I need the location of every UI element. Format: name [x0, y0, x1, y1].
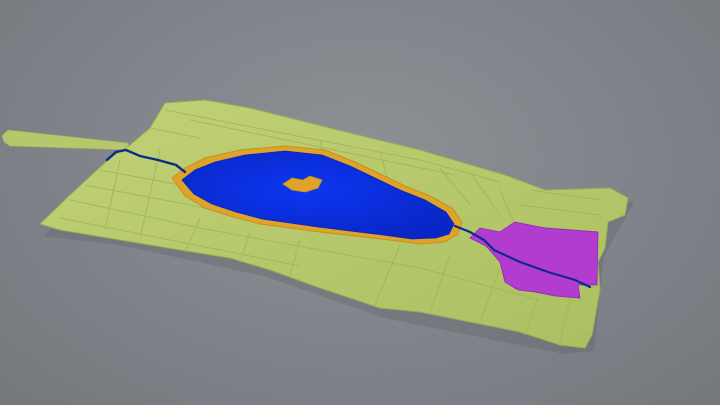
road-strip [1, 129, 131, 151]
3d-viewport[interactable] [0, 0, 720, 405]
terrain-model-svg[interactable] [0, 0, 720, 405]
